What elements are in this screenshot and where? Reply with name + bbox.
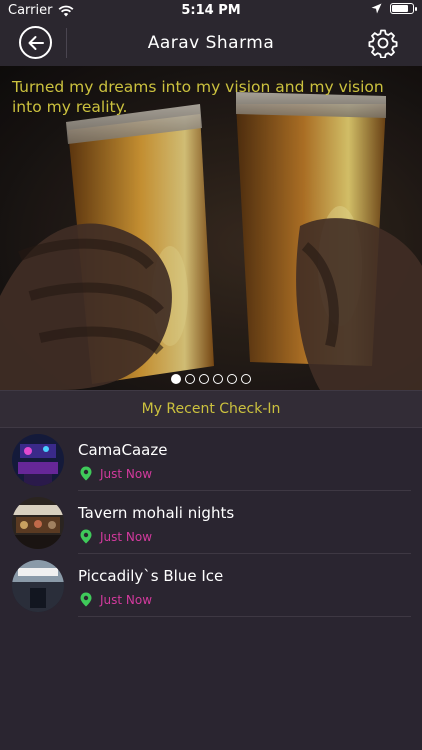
section-header: My Recent Check-In <box>0 390 422 428</box>
section-title: My Recent Check-In <box>141 401 281 417</box>
status-bar: Carrier 5:14 PM <box>0 0 422 22</box>
location-pin-icon <box>80 592 92 607</box>
location-arrow-icon <box>371 3 382 14</box>
venue-avatar <box>12 497 64 549</box>
checkin-time: Just Now <box>100 466 153 481</box>
checkin-list: CamaCaaze Just Now Tavern mohali nights <box>0 428 422 617</box>
checkin-item[interactable]: CamaCaaze Just Now <box>0 428 422 491</box>
location-pin-icon <box>80 529 92 544</box>
checkin-time: Just Now <box>100 529 153 544</box>
page-dot[interactable] <box>241 374 251 384</box>
location-pin-icon <box>80 466 92 481</box>
banner-carousel[interactable]: Turned my dreams into my vision and my v… <box>0 66 422 390</box>
row-divider <box>78 616 411 617</box>
settings-button[interactable] <box>368 28 398 59</box>
page-dot[interactable] <box>185 374 195 384</box>
nav-bar: Aarav Sharma <box>0 22 422 66</box>
battery-icon <box>390 3 417 14</box>
page-dot[interactable] <box>199 374 209 384</box>
checkin-item[interactable]: Tavern mohali nights Just Now <box>0 491 422 554</box>
venue-avatar <box>12 560 64 612</box>
page-dot[interactable] <box>227 374 237 384</box>
venue-name: Piccadily`s Blue Ice <box>78 567 224 585</box>
checkin-item[interactable]: Piccadily`s Blue Ice Just Now <box>0 554 422 617</box>
venue-avatar <box>12 434 64 486</box>
page-dot[interactable] <box>171 374 181 384</box>
status-time: 5:14 PM <box>181 3 241 18</box>
checkin-time: Just Now <box>100 592 153 607</box>
page-indicator[interactable] <box>0 374 422 384</box>
venue-name: CamaCaaze <box>78 441 168 459</box>
banner-quote: Turned my dreams into my vision and my v… <box>12 78 384 116</box>
venue-name: Tavern mohali nights <box>78 504 235 522</box>
page-title: Aarav Sharma <box>147 33 275 53</box>
gear-icon <box>368 29 398 59</box>
page-dot[interactable] <box>213 374 223 384</box>
